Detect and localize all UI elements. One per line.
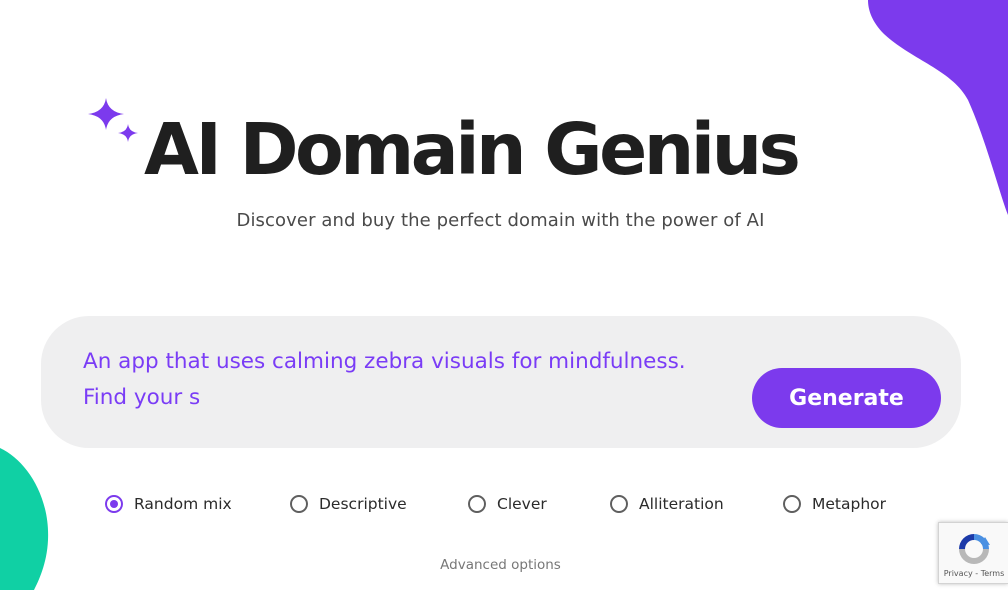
style-option-clever[interactable]: Clever [468, 488, 547, 520]
page-title: AI Domain Genius [144, 108, 801, 191]
recaptcha-badge[interactable]: Privacy - Terms [938, 522, 1008, 584]
style-option-random-mix[interactable]: Random mix [105, 488, 232, 520]
sparkle-icon [88, 98, 138, 142]
radio-button[interactable] [783, 495, 801, 513]
radio-button[interactable] [290, 495, 308, 513]
recaptcha-privacy-link[interactable]: Privacy [944, 569, 973, 578]
style-option-alliteration[interactable]: Alliteration [610, 488, 724, 520]
domain-prompt-input[interactable]: An app that uses calming zebra visuals f… [83, 344, 733, 424]
style-option-label: Clever [497, 495, 547, 513]
hero-section: AI Domain Genius [0, 96, 1008, 196]
radio-button[interactable] [468, 495, 486, 513]
page: AI Domain Genius Discover and buy the pe… [0, 0, 1008, 590]
style-option-label: Metaphor [812, 495, 887, 513]
recaptcha-link-separator: - [972, 569, 981, 578]
style-option-label: Descriptive [319, 495, 407, 513]
style-option-metaphor[interactable]: Metaphor [783, 488, 886, 520]
recaptcha-terms-link[interactable]: Terms [981, 569, 1005, 578]
radio-button-selected[interactable] [105, 495, 123, 513]
recaptcha-links: Privacy - Terms [939, 569, 1008, 578]
page-subtitle: Discover and buy the perfect domain with… [236, 210, 765, 231]
generate-button[interactable]: Generate [752, 368, 941, 428]
style-option-label: Random mix [134, 495, 232, 513]
style-option-descriptive[interactable]: Descriptive [290, 488, 407, 520]
recaptcha-icon [959, 534, 990, 564]
advanced-options-link[interactable]: Advanced options [0, 555, 1001, 575]
radio-button[interactable] [610, 495, 628, 513]
name-style-options: Random mix Descriptive Clever Alliterati… [0, 488, 1008, 520]
style-option-label: Alliteration [639, 495, 724, 513]
search-panel: An app that uses calming zebra visuals f… [41, 316, 961, 448]
